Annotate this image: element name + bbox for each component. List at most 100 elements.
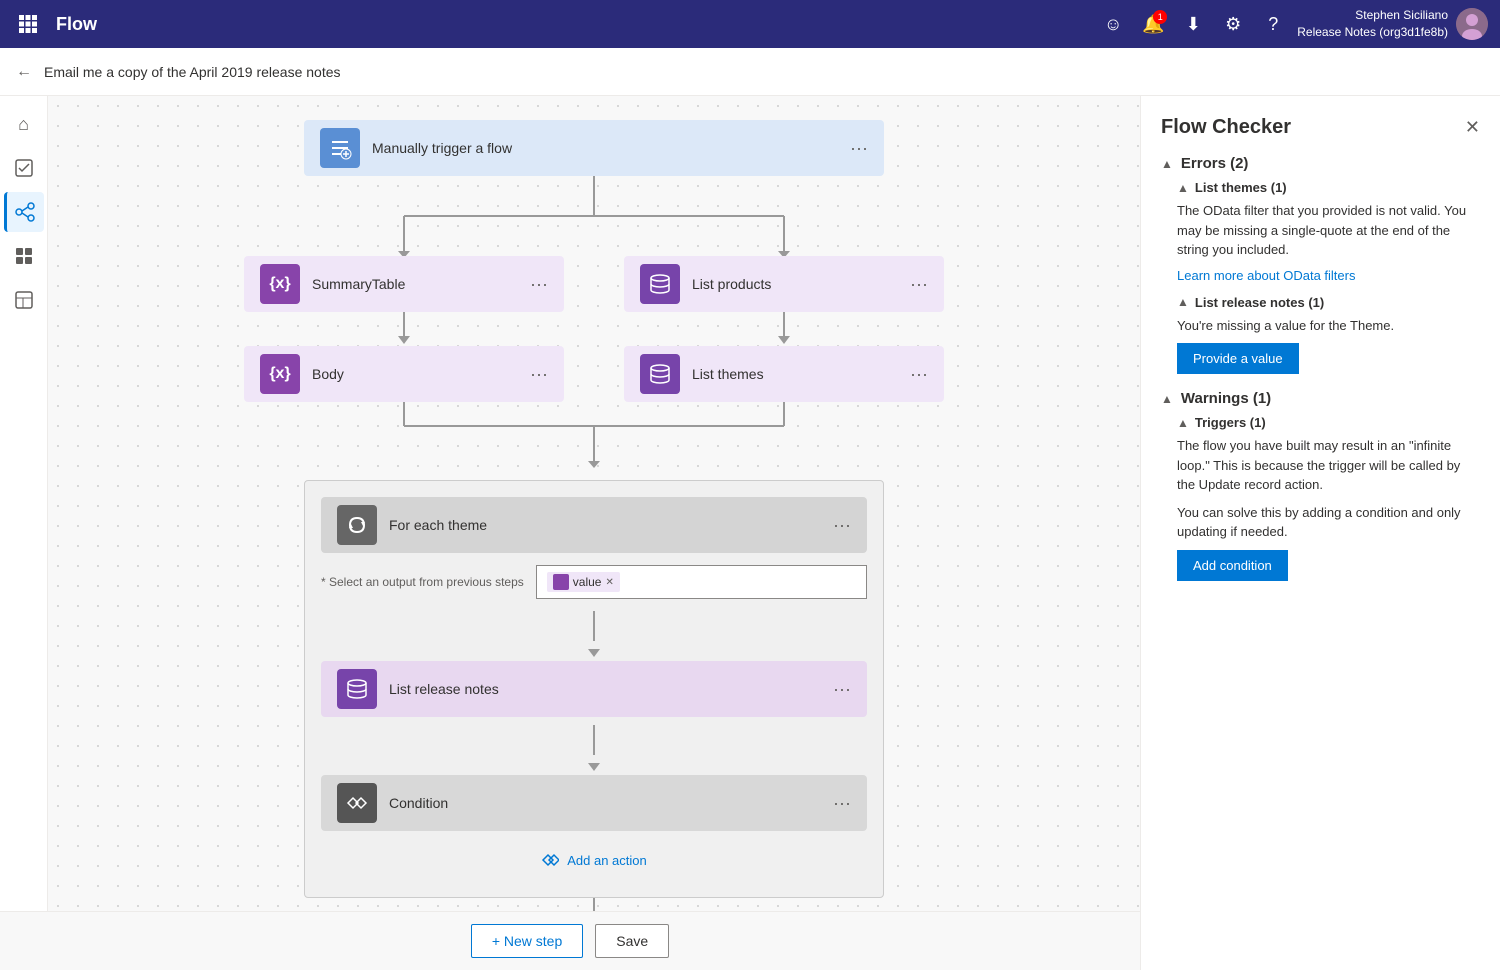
warnings-section: ▲ Warnings (1) ▲ Triggers (1) The flow y… [1161,390,1480,581]
condition-label: Condition [389,795,833,811]
flow-canvas: Manually trigger a flow ··· [48,96,1140,970]
value-tag-label: value [573,575,602,589]
list-themes-menu[interactable]: ··· [910,364,928,385]
sidebar-data[interactable] [4,236,44,276]
list-products-node[interactable]: List products ··· [624,256,944,312]
bottom-actions: + New step Save [0,911,1140,970]
add-action-label: Add an action [567,853,647,868]
list-release-notes-subtitle: List release notes (1) [1195,295,1324,310]
add-condition-button[interactable]: Add condition [1177,550,1288,581]
trigger-menu[interactable]: ··· [850,138,868,159]
loop-input-label: * Select an output from previous steps [321,575,524,589]
list-products-label: List products [692,276,910,292]
top-nav: Flow ☺ 🔔 1 ⬇ ⚙ ? Stephen Siciliano Relea… [0,0,1500,48]
breadcrumb: Email me a copy of the April 2019 releas… [44,64,341,80]
list-themes-subheader[interactable]: ▲ List themes (1) [1177,180,1480,195]
list-release-notes-icon [337,669,377,709]
errors-title: Errors (2) [1181,155,1249,172]
loop-menu[interactable]: ··· [833,515,851,536]
loop-icon [337,505,377,545]
list-themes-subsection: ▲ List themes (1) The OData filter that … [1177,180,1480,283]
list-themes-label: List themes [692,366,910,382]
sidebar-connections[interactable] [4,192,44,232]
errors-section: ▲ Errors (2) ▲ List themes (1) The OData… [1161,155,1480,374]
summary-table-label: SummaryTable [312,276,530,292]
user-org: Release Notes (org3d1fe8b) [1297,24,1448,41]
list-themes-link[interactable]: Learn more about OData filters [1177,268,1480,283]
summary-table-menu[interactable]: ··· [530,274,548,295]
triggers-chevron: ▲ [1177,416,1189,430]
trigger-node[interactable]: Manually trigger a flow ··· [304,120,884,176]
list-release-notes-subheader[interactable]: ▲ List release notes (1) [1177,295,1480,310]
body-icon: {x} [260,354,300,394]
list-themes-subtitle: List themes (1) [1195,180,1287,195]
errors-header[interactable]: ▲ Errors (2) [1161,155,1480,172]
emoji-icon[interactable]: ☺ [1097,8,1129,40]
user-info: Stephen Siciliano Release Notes (org3d1f… [1297,7,1488,41]
condition-node[interactable]: Condition ··· [321,775,867,831]
trigger-icon [320,128,360,168]
warnings-header[interactable]: ▲ Warnings (1) [1161,390,1480,407]
app-title: Flow [56,14,1085,35]
checker-title: Flow Checker [1161,116,1291,139]
add-action[interactable]: Add an action [321,839,867,881]
warnings-title: Warnings (1) [1181,390,1271,407]
triggers-subsection: ▲ Triggers (1) The flow you have built m… [1177,415,1480,581]
body-node[interactable]: {x} Body ··· [244,346,564,402]
value-tag: value ✕ [547,572,620,592]
settings-icon[interactable]: ⚙ [1217,8,1249,40]
condition-menu[interactable]: ··· [833,793,851,814]
help-icon[interactable]: ? [1257,8,1289,40]
list-themes-error-text: The OData filter that you provided is no… [1177,201,1480,260]
loop-container: For each theme ··· * Select an output fr… [304,480,884,898]
value-tag-remove[interactable]: ✕ [605,577,613,588]
warnings-chevron: ▲ [1161,392,1173,406]
sidebar-approvals[interactable] [4,148,44,188]
triggers-warning-text: The flow you have built may result in an… [1177,436,1480,495]
notification-badge: 1 [1153,10,1167,24]
loop-label: For each theme [389,517,833,533]
list-release-notes-menu[interactable]: ··· [833,679,851,700]
checker-close-button[interactable]: ✕ [1465,117,1480,138]
list-themes-node[interactable]: List themes ··· [624,346,944,402]
sidebar-templates[interactable] [4,280,44,320]
sub-nav: ← Email me a copy of the April 2019 rele… [0,48,1500,96]
for-each-node[interactable]: For each theme ··· [321,497,867,553]
list-products-icon [640,264,680,304]
left-sidebar: ⌂ [0,96,48,970]
body-menu[interactable]: ··· [530,364,548,385]
user-name: Stephen Siciliano [1297,7,1448,24]
triggers-tip-text: You can solve this by adding a condition… [1177,503,1480,542]
notification-icon[interactable]: 🔔 1 [1137,8,1169,40]
value-tag-icon [553,574,569,590]
download-icon[interactable]: ⬇ [1177,8,1209,40]
variable-icon: {x} [260,264,300,304]
top-nav-icons: ☺ 🔔 1 ⬇ ⚙ ? Stephen Siciliano Release No… [1097,7,1488,41]
trigger-label: Manually trigger a flow [372,140,850,156]
triggers-subheader[interactable]: ▲ Triggers (1) [1177,415,1480,430]
list-themes-icon [640,354,680,394]
list-release-notes-error-text: You're missing a value for the Theme. [1177,316,1480,336]
list-themes-chevron: ▲ [1177,181,1189,195]
loop-input-field[interactable]: value ✕ [536,565,867,599]
list-release-notes-node[interactable]: List release notes ··· [321,661,867,717]
triggers-subtitle: Triggers (1) [1195,415,1266,430]
flow-checker-panel: Flow Checker ✕ ▲ Errors (2) ▲ List theme… [1140,96,1500,970]
list-release-notes-label: List release notes [389,681,833,697]
summary-table-node[interactable]: {x} SummaryTable ··· [244,256,564,312]
main-layout: ⌂ [0,96,1500,970]
checker-header: Flow Checker ✕ [1161,116,1480,139]
save-button[interactable]: Save [595,924,669,958]
app-grid-icon[interactable] [12,8,44,40]
new-step-button[interactable]: + New step [471,924,583,958]
provide-value-button[interactable]: Provide a value [1177,343,1299,374]
list-release-notes-subsection: ▲ List release notes (1) You're missing … [1177,295,1480,375]
body-label: Body [312,366,530,382]
list-products-menu[interactable]: ··· [910,274,928,295]
sidebar-home[interactable]: ⌂ [4,104,44,144]
condition-icon [337,783,377,823]
avatar[interactable] [1456,8,1488,40]
list-release-notes-chevron: ▲ [1177,295,1189,309]
errors-chevron: ▲ [1161,157,1173,171]
back-button[interactable]: ← [16,63,32,81]
